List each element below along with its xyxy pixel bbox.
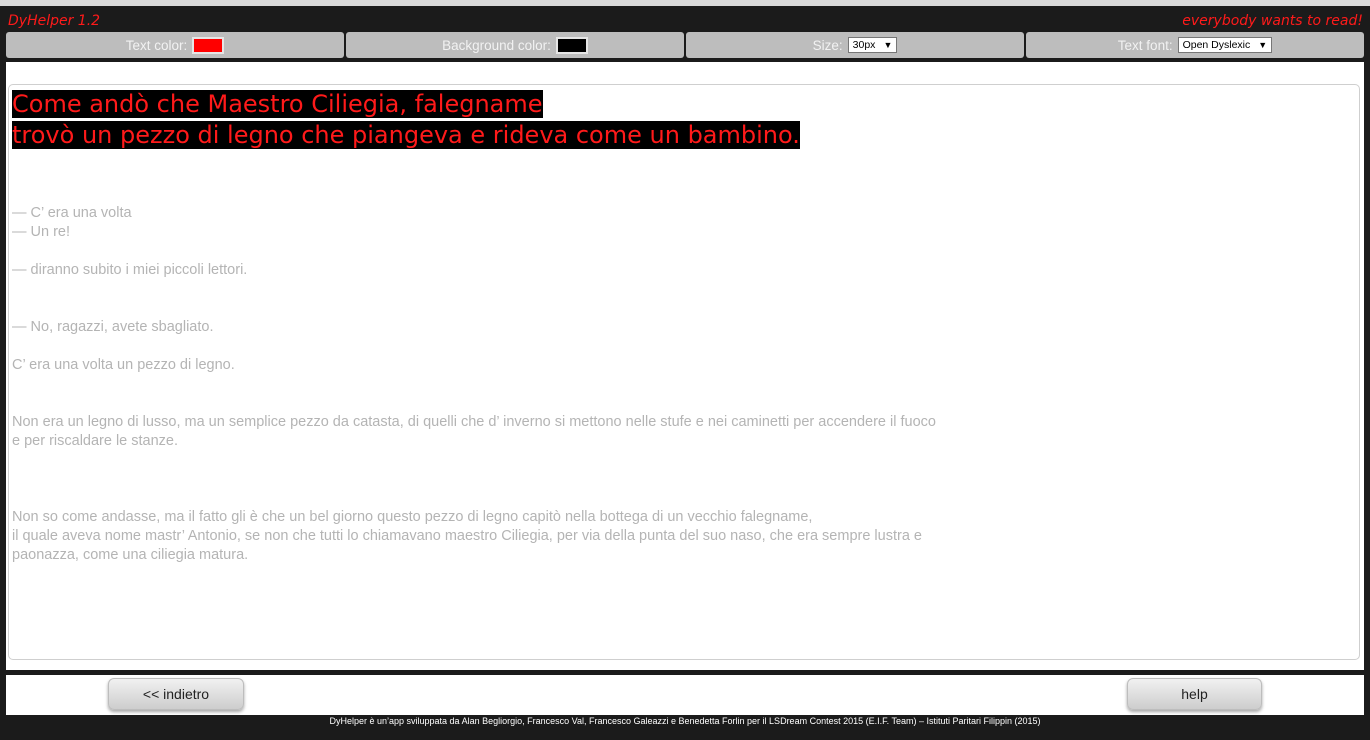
text-color-label: Text color:: [125, 37, 188, 53]
main-content: Come andò che Maestro Ciliegia, falegnam…: [6, 62, 1364, 670]
text-color-picker[interactable]: [192, 36, 225, 54]
app-tagline: everybody wants to read!: [1182, 13, 1363, 29]
chevron-down-icon: ▼: [883, 39, 893, 50]
reading-area[interactable]: Come andò che Maestro Ciliegia, falegnam…: [8, 84, 1360, 660]
story-line: C’ era una volta un pezzo di legno.: [12, 357, 235, 373]
window-top-strip: [0, 0, 1370, 6]
story-line: — diranno subito i miei piccoli lettori.: [12, 262, 248, 278]
size-select[interactable]: 30px ▼: [847, 37, 898, 53]
background-color-label: Background color:: [442, 37, 551, 53]
chapter-heading-line-2: trovò un pezzo di legno che piangeva e r…: [12, 121, 800, 149]
help-button[interactable]: help: [1127, 678, 1262, 710]
size-select-value: 30px: [852, 38, 876, 51]
navigation-bar: << indietro help: [6, 675, 1364, 715]
background-color-picker[interactable]: [555, 36, 588, 54]
text-color-setting: Text color:: [6, 32, 344, 58]
back-button[interactable]: << indietro: [108, 678, 244, 710]
font-select-value: Open Dyslexic: [1182, 38, 1251, 51]
story-text: — C’ era una volta — Un re! — diranno su…: [12, 204, 952, 565]
chapter-heading-line-1: Come andò che Maestro Ciliegia, falegnam…: [12, 90, 543, 118]
font-setting: Text font: Open Dyslexic ▼: [1026, 32, 1364, 58]
story-line: e per riscaldare le stanze.: [12, 433, 179, 449]
chapter-heading: Come andò che Maestro Ciliegia, falegnam…: [12, 89, 800, 151]
story-line: il quale aveva nome mastr’ Antonio, se n…: [12, 528, 922, 544]
story-line: paonazza, come una ciliegia matura.: [12, 547, 249, 563]
font-label: Text font:: [1117, 37, 1173, 53]
font-select[interactable]: Open Dyslexic ▼: [1177, 37, 1273, 53]
chevron-down-icon: ▼: [1258, 39, 1268, 50]
story-line: — Un re!: [12, 224, 71, 240]
footer-credits: DyHelper è un’app sviluppata da Alan Beg…: [329, 716, 1041, 726]
app-title: DyHelper 1.2: [8, 13, 101, 29]
story-line: — C’ era una volta: [12, 205, 132, 221]
story-line: — No, ragazzi, avete sbagliato.: [12, 319, 214, 335]
story-line: Non era un legno di lusso, ma un semplic…: [12, 414, 936, 430]
size-setting: Size: 30px ▼: [686, 32, 1024, 58]
background-color-setting: Background color:: [346, 32, 684, 58]
settings-toolbar: Text color: Background color: Size: 30px…: [6, 32, 1364, 58]
size-label: Size:: [812, 37, 843, 53]
story-line: Non so come andasse, ma il fatto gli è c…: [12, 509, 813, 525]
